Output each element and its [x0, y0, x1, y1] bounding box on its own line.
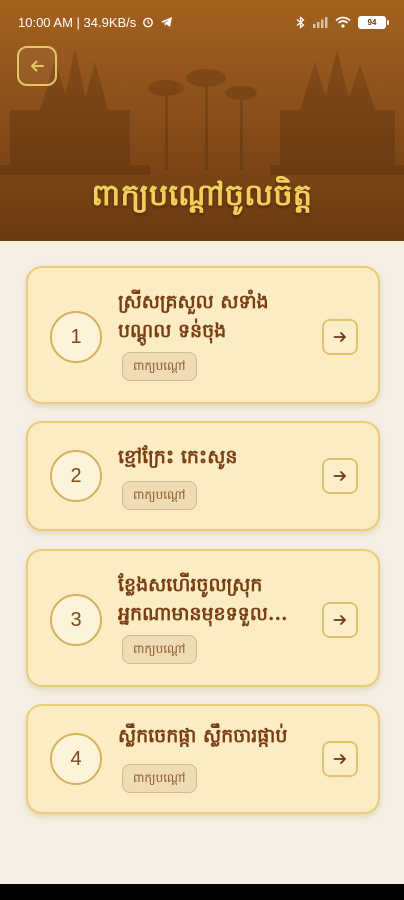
open-item-button[interactable]: [322, 458, 358, 494]
item-title: ខ្លែងសហើរចូលស្រុក អ្នកណាមានមុខទទួល...: [118, 574, 288, 625]
telegram-icon: [160, 16, 173, 28]
system-nav-bar: [0, 884, 404, 900]
open-item-button[interactable]: [322, 602, 358, 638]
list-item[interactable]: 4 ស្លឹកចេកផ្កា ស្លឹកចារផ្កាប់ ពាក្យបណ្ដៅ: [26, 704, 380, 814]
item-tag: ពាក្យបណ្ដៅ: [122, 481, 197, 510]
item-number: 1: [50, 311, 102, 363]
item-number: 3: [50, 594, 102, 646]
arrow-right-icon: [333, 471, 346, 481]
item-tag: ពាក្យបណ្ដៅ: [122, 352, 197, 381]
item-tag: ពាក្យបណ្ដៅ: [122, 764, 197, 793]
battery-level: 94: [367, 17, 377, 27]
app-header: 10:00 AM | 34.9KB/s 94 ពាក្យបណ្ដៅចូលចិត្…: [0, 0, 404, 241]
item-number: 2: [50, 450, 102, 502]
list-item[interactable]: 3 ខ្លែងសហើរចូលស្រុក អ្នកណាមានមុខទទួល... …: [26, 549, 380, 687]
list-item[interactable]: 1 ស្រីសគ្រសួល សទាំង បណ្ដូល ទន់ចុង ពាក្យប…: [26, 266, 380, 404]
wifi-icon: [335, 16, 351, 28]
item-title: ស្រីសគ្រសួល សទាំង បណ្ដូល ទន់ចុង: [118, 291, 269, 342]
page-title: ពាក្យបណ្ដៅចូលចិត្ត: [91, 178, 313, 213]
status-bar: 10:00 AM | 34.9KB/s 94: [0, 0, 404, 44]
item-title: ខ្មៅក្រែះ កេះសូន: [118, 446, 238, 468]
arrow-right-icon: [333, 754, 346, 764]
open-item-button[interactable]: [322, 319, 358, 355]
item-tag: ពាក្យបណ្ដៅ: [122, 635, 197, 664]
battery-icon: 94: [358, 15, 389, 29]
angkor-temple-decoration: [0, 48, 404, 175]
back-button[interactable]: [17, 46, 57, 86]
arrow-right-icon: [333, 332, 346, 342]
item-number: 4: [50, 733, 102, 785]
bluetooth-icon: [296, 15, 305, 29]
arrow-right-icon: [333, 615, 346, 625]
alarm-icon: [142, 16, 154, 28]
signal-icon: [312, 16, 328, 28]
open-item-button[interactable]: [322, 741, 358, 777]
arrow-left-icon: [31, 60, 44, 72]
list-item[interactable]: 2 ខ្មៅក្រែះ កេះសូន ពាក្យបណ្ដៅ: [26, 421, 380, 531]
status-time: 10:00 AM | 34.9KB/s: [18, 14, 137, 30]
item-title: ស្លឹកចេកផ្កា ស្លឹកចារផ្កាប់: [118, 725, 288, 747]
